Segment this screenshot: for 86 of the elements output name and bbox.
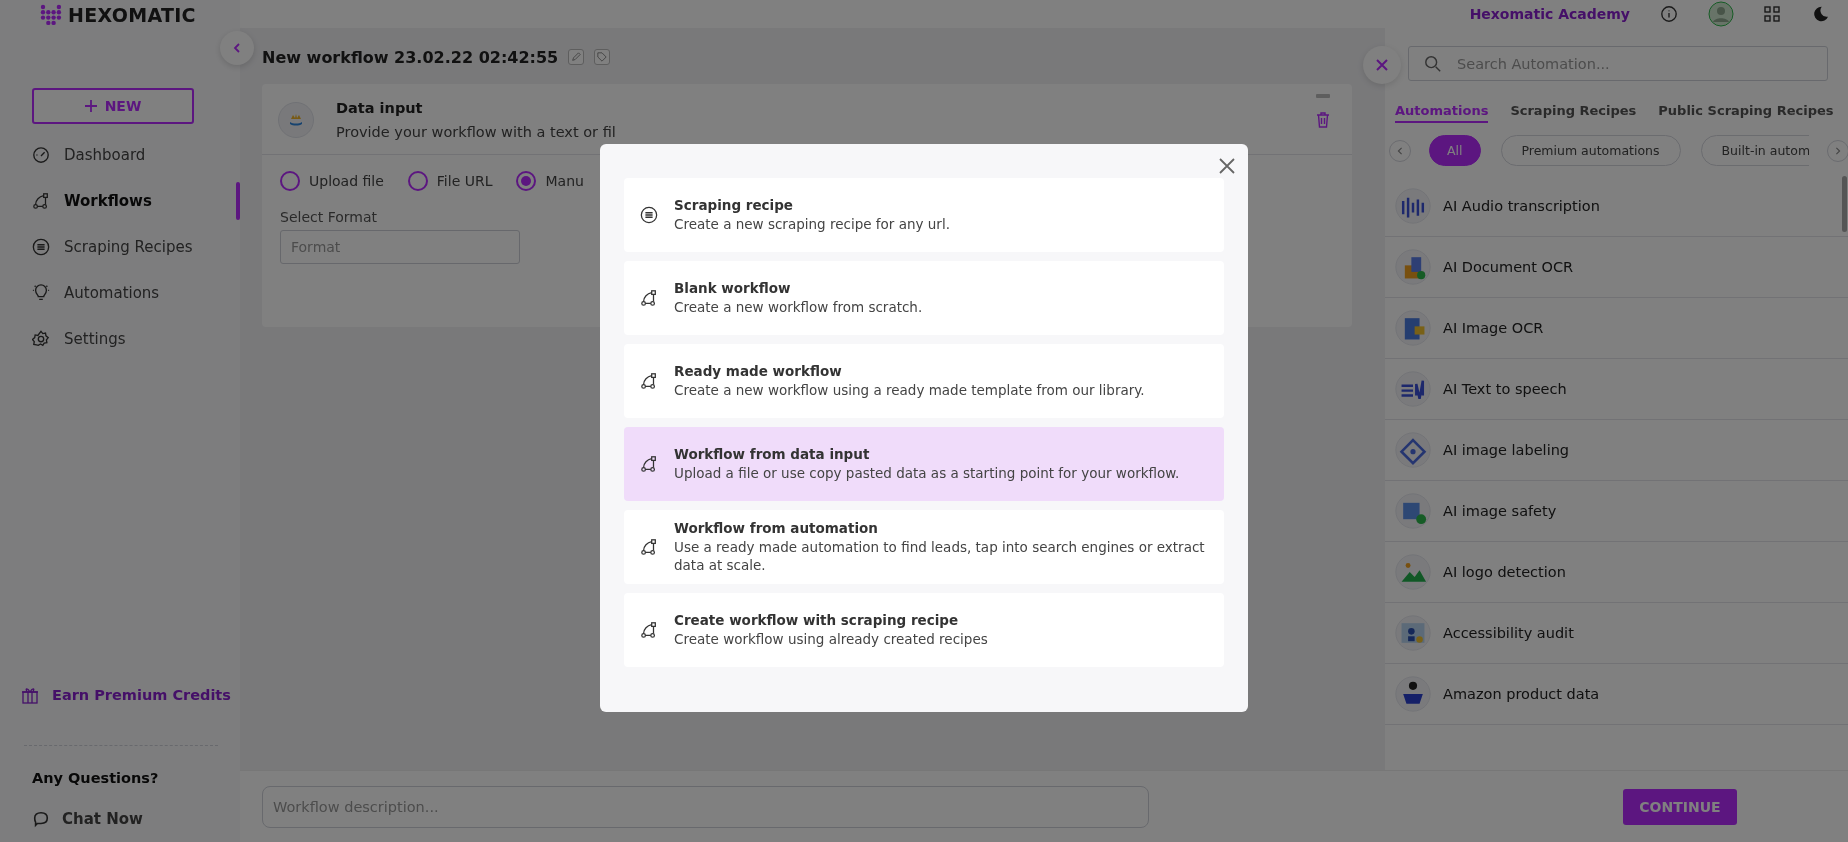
automation-icon xyxy=(1395,249,1431,285)
trash-icon[interactable] xyxy=(1316,112,1330,128)
avatar[interactable] xyxy=(1708,1,1734,27)
info-icon[interactable] xyxy=(1660,5,1678,23)
field-label: Select Format xyxy=(280,209,377,225)
workflow-icon xyxy=(640,621,658,639)
tag-icon xyxy=(597,52,608,62)
scroll-left-button[interactable] xyxy=(1389,139,1411,162)
workflow-icon xyxy=(640,538,658,556)
workflow-icon xyxy=(640,372,658,390)
edit-button[interactable] xyxy=(568,49,585,65)
automation-item[interactable]: AI logo detection xyxy=(1385,542,1848,603)
close-button[interactable] xyxy=(1363,46,1401,84)
list-icon xyxy=(640,206,658,224)
automation-icon xyxy=(1395,432,1431,468)
sidebar-item[interactable]: Dashboard xyxy=(0,132,240,178)
sidebar-item[interactable]: Settings xyxy=(0,316,240,362)
automation-item[interactable]: AI Document OCR xyxy=(1385,237,1848,298)
step-title: Data input xyxy=(336,100,424,116)
scroll-right-button[interactable] xyxy=(1827,139,1848,162)
automation-icon xyxy=(1395,371,1431,407)
chevron-left-icon xyxy=(1396,146,1404,155)
workflow-icon xyxy=(640,289,658,307)
close-icon xyxy=(1376,59,1388,71)
logo-icon xyxy=(40,4,62,26)
workflow-icon xyxy=(32,192,50,210)
option-card[interactable]: Create workflow with scraping recipe Create workflow using already created recipes xyxy=(624,593,1224,667)
help-heading: Any Questions? xyxy=(31,770,160,786)
gauge-icon xyxy=(32,146,50,164)
radio-circle[interactable] xyxy=(516,171,537,191)
option-card[interactable]: Blank workflow Create a new workflow from scratch. xyxy=(624,261,1224,335)
sidebar-item[interactable]: Workflows xyxy=(0,178,240,224)
radio-option[interactable]: File URL xyxy=(407,171,493,191)
data-input-icon xyxy=(278,102,314,138)
earn-credits-link[interactable]: Earn Premium Credits xyxy=(0,685,240,705)
automation-icon xyxy=(1395,493,1431,529)
tab[interactable]: Public Scraping Recipes xyxy=(1658,103,1834,123)
apps-icon[interactable] xyxy=(1764,6,1780,22)
option-card[interactable]: Scraping recipe Create a new scraping recipe for any url. xyxy=(624,178,1224,252)
option-card[interactable]: Workflow from data input Upload a file or use copy pasted data as a starting point for your workflow. xyxy=(624,427,1224,501)
automation-item[interactable]: AI image labeling xyxy=(1385,420,1848,481)
radio-circle[interactable] xyxy=(407,171,428,191)
automation-item[interactable]: AI Image OCR xyxy=(1385,298,1848,359)
pencil-icon xyxy=(571,52,582,62)
automation-item[interactable]: AI image safety xyxy=(1385,481,1848,542)
automation-icon xyxy=(1395,188,1431,224)
close-icon xyxy=(1217,156,1237,176)
radio-option[interactable]: Upload file xyxy=(280,171,384,191)
automation-icon xyxy=(1395,615,1431,651)
automation-item[interactable]: Amazon product data xyxy=(1385,664,1848,725)
list-icon xyxy=(32,238,50,256)
settings-icon xyxy=(32,330,50,348)
tab[interactable]: Automations xyxy=(1395,103,1489,123)
automation-icon xyxy=(1395,554,1431,590)
search-icon xyxy=(1424,55,1442,73)
scrollbar-thumb[interactable] xyxy=(1842,176,1847,232)
option-card[interactable]: Workflow from automation Use a ready made automation to find leads, tap into search engines or extract data at scale. xyxy=(624,510,1224,584)
radio-circle[interactable] xyxy=(280,171,300,191)
workflow-icon xyxy=(640,455,658,473)
option-card[interactable]: Ready made workflow Create a new workflow using a ready made template from our library. xyxy=(624,344,1224,418)
radio-option[interactable]: Manu xyxy=(516,171,584,191)
workflow-title: New workflow 23.02.22 02:42:55 xyxy=(262,47,559,67)
new-button[interactable]: NEW xyxy=(32,88,194,124)
filter-chip[interactable]: All xyxy=(1429,135,1481,166)
automation-item[interactable]: Accessibility audit xyxy=(1385,603,1848,664)
plus-icon xyxy=(84,100,97,112)
continue-button[interactable]: CONTINUE xyxy=(1623,788,1737,825)
sidebar-item[interactable]: Automations xyxy=(0,270,240,316)
gift-icon xyxy=(20,685,40,705)
chevron-right-icon xyxy=(1834,146,1842,155)
automation-icon xyxy=(1395,676,1431,712)
chat-icon xyxy=(32,810,50,828)
chevron-left-icon xyxy=(231,42,243,54)
tag-button[interactable] xyxy=(594,49,611,65)
tab[interactable]: Scraping Recipes xyxy=(1510,103,1637,123)
automation-item[interactable]: AI Text to speech xyxy=(1385,359,1848,420)
step-description: Provide your workflow with a text or fil xyxy=(336,124,616,140)
academy-link[interactable]: Hexomatic Academy xyxy=(1469,6,1630,22)
chat-link[interactable]: Chat Now xyxy=(0,810,240,828)
collapse-button[interactable] xyxy=(220,31,254,65)
filter-chip[interactable]: Built-in autom xyxy=(1700,135,1809,166)
logo-text: HEXOMATIC xyxy=(68,4,196,26)
filter-chip[interactable]: Premium automations xyxy=(1500,135,1681,166)
sidebar-item[interactable]: Scraping Recipes xyxy=(0,224,240,270)
lightbulb-icon xyxy=(32,284,50,302)
automation-icon xyxy=(1395,310,1431,346)
